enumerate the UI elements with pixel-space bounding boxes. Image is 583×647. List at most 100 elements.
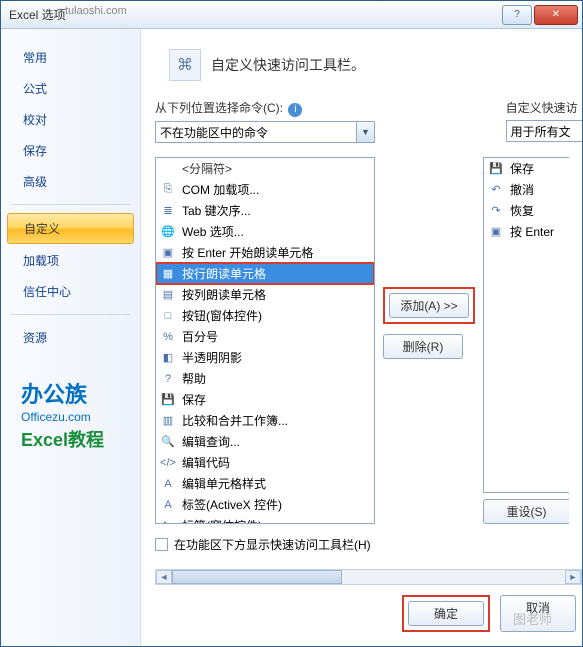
list-separator-label: <分隔符>: [182, 160, 232, 177]
command-label: Web 选项...: [182, 223, 244, 240]
command-label: 按列朗读单元格: [182, 286, 266, 303]
chevron-down-icon: ▼: [356, 122, 374, 142]
qat-item[interactable]: 💾保存: [484, 158, 569, 179]
add-button[interactable]: 添加(A) >>: [389, 293, 469, 318]
qat-item-icon: ↷: [488, 203, 504, 219]
nav-item-5[interactable]: 自定义: [7, 213, 134, 244]
qat-item[interactable]: ▣按 Enter: [484, 221, 569, 242]
logo-line3: Excel教程: [21, 429, 104, 452]
command-item[interactable]: ?帮助: [156, 368, 374, 389]
show-below-ribbon-checkbox[interactable]: [155, 538, 168, 551]
command-item[interactable]: A标签(ActiveX 控件): [156, 494, 374, 515]
command-label: 按行朗读单元格: [182, 265, 266, 282]
spacer: [387, 99, 494, 143]
dialog-body: 常用公式校对保存高级自定义加载项信任中心资源 办公族 Officezu.com …: [1, 29, 582, 646]
command-item[interactable]: ▣按 Enter 开始朗读单元格: [156, 242, 374, 263]
command-item[interactable]: 🌐 Web 选项...: [156, 221, 374, 242]
remove-button[interactable]: 删除(R): [383, 334, 463, 359]
nav-separator: [11, 314, 130, 315]
nav-item-0[interactable]: 常用: [7, 43, 134, 72]
command-label: 编辑代码: [182, 454, 230, 471]
source-dropdown[interactable]: 不在功能区中的命令 ▼: [155, 121, 375, 143]
info-icon[interactable]: i: [288, 103, 302, 117]
command-item[interactable]: 💾保存: [156, 389, 374, 410]
command-item[interactable]: ▤ 按列朗读单元格: [156, 284, 374, 305]
command-item[interactable]: 🔍编辑查询...: [156, 431, 374, 452]
command-icon: ≣: [160, 203, 176, 219]
command-item[interactable]: ▦ 按行朗读单元格: [156, 263, 374, 284]
list-separator-header[interactable]: <分隔符>: [156, 158, 374, 179]
help-button[interactable]: ?: [502, 5, 532, 25]
source-dropdown-value: 不在功能区中的命令: [160, 124, 268, 141]
close-button[interactable]: ✕: [534, 5, 578, 25]
command-label: 保存: [182, 391, 206, 408]
logo-block: 办公族 Officezu.com Excel教程: [21, 381, 104, 453]
nav-item-8[interactable]: 资源: [7, 323, 134, 352]
source-col: 从下列位置选择命令(C): i 不在功能区中的命令 ▼: [155, 99, 375, 143]
qat-listbox[interactable]: 💾保存↶撤消↷恢复▣按 Enter: [483, 157, 569, 493]
command-icon: ▦: [160, 266, 176, 282]
command-label: 比较和合并工作簿...: [182, 412, 288, 429]
source-label-text: 从下列位置选择命令(C):: [155, 101, 283, 115]
scroll-thumb[interactable]: [172, 570, 342, 584]
command-icon: %: [160, 329, 176, 345]
source-label: 从下列位置选择命令(C): i: [155, 99, 375, 117]
command-label: 编辑单元格样式: [182, 475, 266, 492]
commands-listbox[interactable]: <分隔符> ⎘COM 加载项...≣Tab 键次序...🌐Web 选项...▣按…: [155, 157, 375, 524]
qat-item[interactable]: ↷恢复: [484, 200, 569, 221]
command-icon: ◧: [160, 350, 176, 366]
nav-item-4[interactable]: 高级: [7, 167, 134, 196]
command-item[interactable]: ⎘COM 加载项...: [156, 179, 374, 200]
qat-item[interactable]: ↶撤消: [484, 179, 569, 200]
command-label: Tab 键次序...: [182, 202, 251, 219]
lists-row: <分隔符> ⎘COM 加载项...≣Tab 键次序...🌐Web 选项...▣按…: [155, 157, 582, 524]
scroll-left-icon[interactable]: ◄: [156, 570, 172, 584]
content-pane: ⌘ 自定义快速访问工具栏。 从下列位置选择命令(C): i 不在功能区中的命令 …: [141, 29, 582, 646]
nav-item-7[interactable]: 信任中心: [7, 277, 134, 306]
nav-item-1[interactable]: 公式: [7, 74, 134, 103]
ok-button-highlight: 确定: [402, 595, 490, 632]
command-item[interactable]: ◧ 半透明阴影: [156, 347, 374, 368]
page-title: 自定义快速访问工具栏。: [211, 55, 365, 75]
qat-item-label: 保存: [510, 160, 534, 177]
command-icon: </>: [160, 455, 176, 471]
command-label: 半透明阴影: [182, 349, 242, 366]
command-icon: 🌐: [160, 224, 176, 240]
command-item[interactable]: ≣ Tab 键次序...: [156, 200, 374, 221]
command-icon: ▤: [160, 287, 176, 303]
ok-button[interactable]: 确定: [408, 601, 484, 626]
command-item[interactable]: A编辑单元格样式: [156, 473, 374, 494]
command-item[interactable]: Aa标签(窗体控件): [156, 515, 374, 523]
commands-list-inner: <分隔符> ⎘COM 加载项...≣Tab 键次序...🌐Web 选项...▣按…: [156, 158, 374, 523]
category-nav: 常用公式校对保存高级自定义加载项信任中心资源: [1, 29, 141, 646]
command-icon: ▣: [160, 245, 176, 261]
command-item[interactable]: %百分号: [156, 326, 374, 347]
target-label: 自定义快速访: [506, 99, 582, 116]
action-buttons-col: 添加(A) >> 删除(R): [383, 157, 475, 524]
command-label: 编辑查询...: [182, 433, 240, 450]
command-item[interactable]: □按钮(窗体控件): [156, 305, 374, 326]
dialog-footer: 确定 取消: [155, 595, 582, 632]
command-item[interactable]: ▥比较和合并工作簿...: [156, 410, 374, 431]
add-button-highlight: 添加(A) >>: [383, 287, 475, 324]
command-label: 标签(窗体控件): [182, 517, 262, 523]
watermark-top: tulaoshi.com: [65, 5, 127, 17]
target-col: 自定义快速访 用于所有文: [506, 99, 582, 143]
scroll-right-icon[interactable]: ►: [565, 570, 581, 584]
excel-options-window: tulaoshi.com Excel 选项 ? ✕ 常用公式校对保存高级自定义加…: [0, 0, 583, 647]
horizontal-scrollbar[interactable]: ◄ ►: [155, 569, 582, 585]
qat-item-icon: ↶: [488, 182, 504, 198]
dropdown-row: 从下列位置选择命令(C): i 不在功能区中的命令 ▼ 自定义快速访 用于所有文: [155, 99, 582, 143]
logo-line2: Officezu.com: [21, 410, 104, 426]
target-dropdown[interactable]: 用于所有文: [506, 120, 582, 142]
reset-button[interactable]: 重设(S): [483, 499, 569, 524]
command-icon: A: [160, 497, 176, 513]
cancel-button[interactable]: 取消: [500, 595, 576, 632]
nav-item-2[interactable]: 校对: [7, 105, 134, 134]
nav-item-3[interactable]: 保存: [7, 136, 134, 165]
command-item[interactable]: </> 编辑代码: [156, 452, 374, 473]
command-icon: ⎘: [160, 182, 176, 198]
nav-item-6[interactable]: 加载项: [7, 246, 134, 275]
show-below-ribbon-row[interactable]: 在功能区下方显示快速访问工具栏(H): [155, 536, 582, 553]
customize-icon: ⌘: [169, 49, 201, 81]
